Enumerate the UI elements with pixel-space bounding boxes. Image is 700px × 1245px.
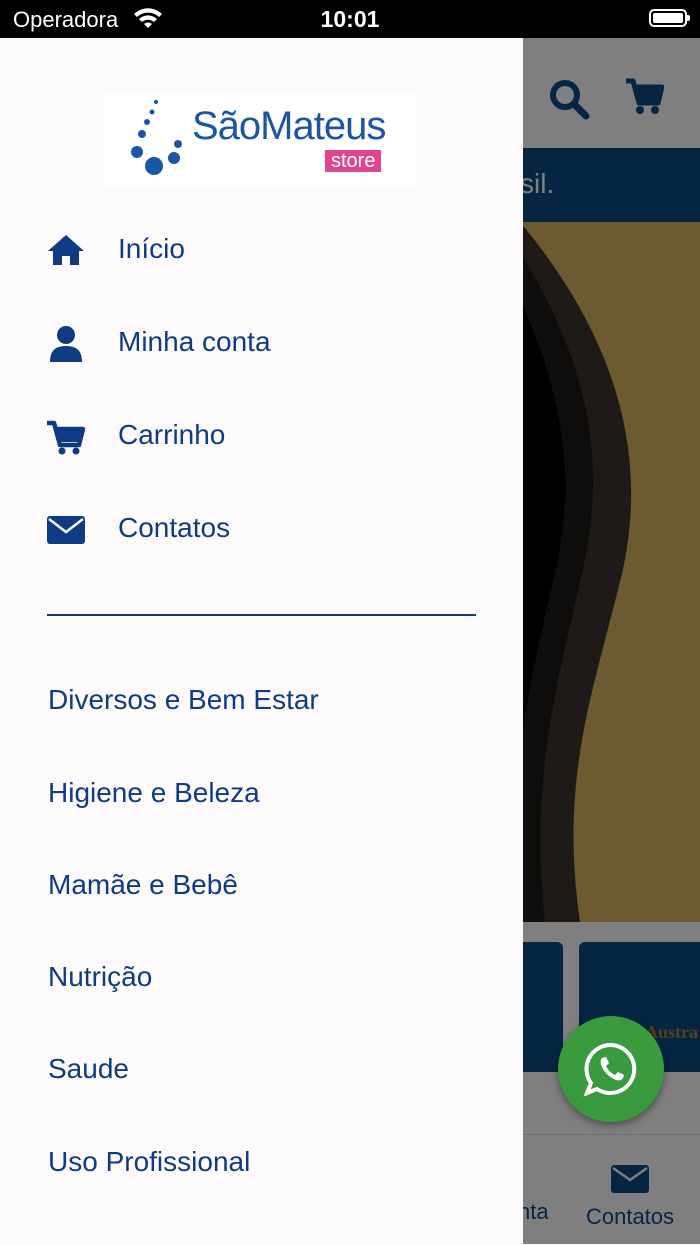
category-higiene-e-beleza[interactable]: Higiene e Beleza bbox=[48, 763, 508, 823]
envelope-icon bbox=[47, 516, 85, 544]
status-bar: Operadora 10:01 bbox=[0, 0, 700, 38]
side-drawer: SãoMateus store Início Minha conta Carri… bbox=[0, 38, 523, 1244]
menu-item-label: Minha conta bbox=[118, 326, 271, 357]
category-mamae-e-bebe[interactable]: Mamãe e Bebê bbox=[48, 855, 508, 915]
category-nutricao[interactable]: Nutrição bbox=[48, 947, 508, 1007]
user-icon bbox=[50, 326, 82, 362]
whatsapp-icon bbox=[583, 1042, 637, 1097]
logo-name: SãoMateus bbox=[192, 104, 386, 148]
category-saude[interactable]: Saude bbox=[48, 1039, 508, 1099]
menu-divider bbox=[47, 614, 476, 616]
menu-item-label: Carrinho bbox=[118, 419, 226, 450]
category-diversos-e-bem-estar[interactable]: Diversos e Bem Estar bbox=[48, 670, 508, 730]
store-logo[interactable]: SãoMateus store bbox=[104, 94, 417, 186]
cart-icon bbox=[47, 420, 86, 455]
clock: 10:01 bbox=[320, 6, 380, 32]
logo-bubbles-icon bbox=[131, 100, 182, 175]
menu-item-carrinho[interactable]: Carrinho bbox=[0, 397, 523, 477]
battery-icon bbox=[649, 9, 690, 27]
menu-item-minha-conta[interactable]: Minha conta bbox=[0, 304, 523, 384]
menu-item-label: Início bbox=[118, 233, 185, 264]
category-uso-profissional[interactable]: Uso Profissional bbox=[48, 1132, 508, 1192]
whatsapp-button[interactable] bbox=[558, 1016, 664, 1122]
menu-item-inicio[interactable]: Início bbox=[0, 211, 523, 291]
menu-item-contatos[interactable]: Contatos bbox=[0, 490, 523, 570]
home-icon bbox=[48, 235, 84, 265]
logo-store-badge: store bbox=[325, 150, 382, 172]
menu-item-label: Contatos bbox=[118, 512, 231, 543]
